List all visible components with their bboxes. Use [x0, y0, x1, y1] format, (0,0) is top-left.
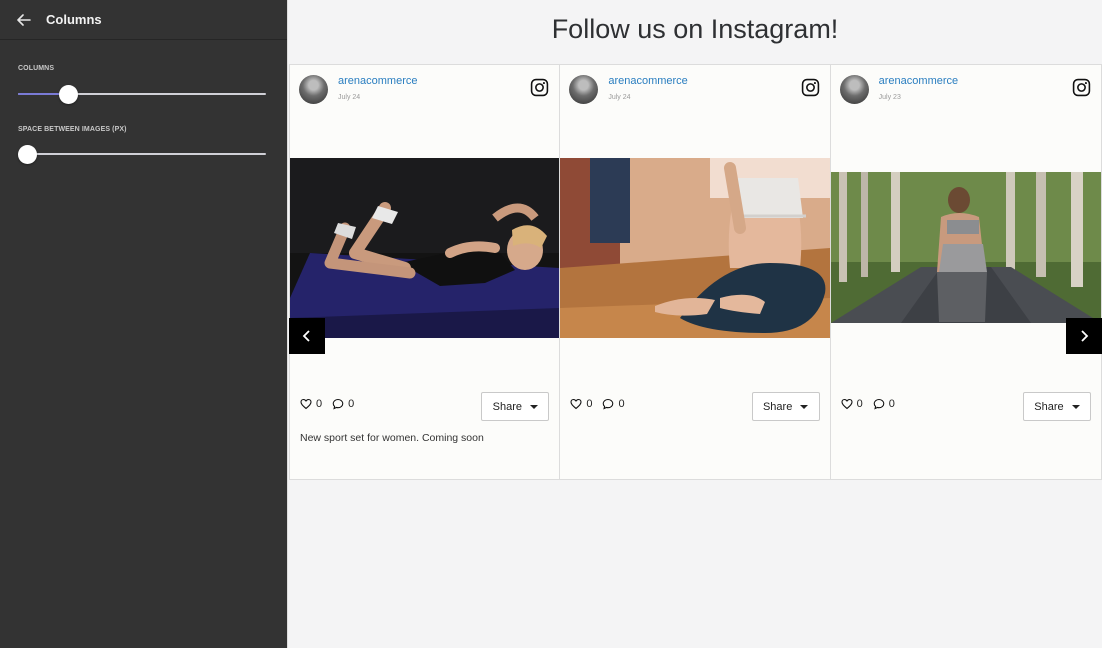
carousel-next-button[interactable] — [1065, 318, 1102, 354]
like-button[interactable]: 0 — [570, 398, 592, 410]
spacing-slider[interactable] — [18, 144, 266, 164]
slider-thumb[interactable] — [18, 145, 37, 164]
like-button[interactable]: 0 — [300, 398, 322, 410]
like-count: 0 — [856, 398, 863, 410]
caret-down-icon — [800, 404, 809, 409]
comment-count: 0 — [888, 398, 895, 410]
caret-down-icon — [530, 404, 538, 409]
post-photo[interactable] — [560, 158, 830, 338]
instagram-icon[interactable] — [1072, 78, 1091, 97]
post-username[interactable]: arenacommerce — [338, 75, 417, 87]
arrow-left-icon — [17, 13, 31, 26]
comment-button[interactable]: 0 — [873, 398, 895, 410]
comment-button[interactable]: 0 — [332, 398, 354, 410]
like-button[interactable]: 0 — [841, 398, 863, 410]
sidebar-title: Columns — [46, 12, 102, 27]
share-label: Share — [1034, 400, 1064, 413]
share-button[interactable]: Share — [1022, 392, 1091, 421]
chevron-left-icon — [302, 330, 310, 342]
share-button[interactable]: Share — [751, 392, 820, 421]
post-card: arenacommerce July 24 — [560, 65, 831, 479]
feed-title: Follow us on Instagram! — [551, 14, 839, 44]
avatar[interactable] — [299, 75, 328, 104]
comment-icon — [332, 398, 344, 410]
post-photo[interactable] — [830, 172, 1101, 323]
sidebar-header: Columns — [0, 0, 287, 40]
caret-down-icon — [1071, 404, 1080, 409]
post-caption: New sport set for women. Coming soon — [300, 432, 484, 444]
share-button[interactable]: Share — [481, 392, 550, 421]
post-card: arenacommerce July 23 0 0 Share — [830, 65, 1102, 479]
instagram-icon[interactable] — [530, 78, 549, 97]
settings-sidebar: Columns COLUMNS SPACE BETWEEN IMAGES (PX… — [0, 0, 287, 648]
chevron-right-icon — [1081, 330, 1089, 342]
instagram-feed-grid: arenacommerce July 24 0 0 Share New spor… — [289, 64, 1102, 480]
post-reactions: 0 0 — [570, 398, 625, 410]
comment-icon — [603, 398, 614, 410]
share-label: Share — [492, 400, 522, 413]
comment-count: 0 — [348, 398, 355, 410]
comment-button[interactable]: 0 — [602, 398, 625, 410]
post-username[interactable]: arenacommerce — [879, 75, 958, 87]
post-date: July 24 — [608, 94, 631, 101]
heart-icon — [841, 398, 853, 410]
workout-photo — [290, 158, 560, 338]
comment-icon — [873, 398, 885, 410]
instagram-icon[interactable] — [801, 78, 820, 97]
preview-area: Follow us on Instagram! arenacommerce Ju… — [287, 0, 1102, 648]
carousel-prev-button[interactable] — [289, 318, 325, 354]
heart-icon — [570, 398, 582, 410]
like-count: 0 — [316, 398, 323, 410]
avatar[interactable] — [569, 75, 599, 104]
share-label: Share — [762, 400, 793, 413]
post-card: arenacommerce July 24 — [289, 65, 561, 479]
post-photo[interactable] — [290, 158, 560, 338]
slider-track — [18, 153, 266, 155]
slider-thumb[interactable] — [59, 85, 78, 104]
comment-count: 0 — [618, 398, 625, 410]
columns-label: COLUMNS — [18, 65, 55, 72]
outdoor-stretch-photo — [830, 172, 1101, 323]
post-reactions: 0 0 — [300, 398, 354, 410]
avatar[interactable] — [839, 75, 869, 104]
post-reactions: 0 0 — [841, 398, 895, 410]
like-count: 0 — [586, 398, 593, 410]
post-date: July 24 — [338, 94, 361, 101]
heart-icon — [300, 398, 312, 410]
columns-slider[interactable] — [18, 84, 266, 104]
yoga-photo — [560, 158, 830, 338]
post-username[interactable]: arenacommerce — [608, 75, 687, 87]
spacing-label: SPACE BETWEEN IMAGES (PX) — [18, 126, 127, 133]
post-date: July 23 — [878, 94, 901, 101]
back-button[interactable] — [16, 13, 32, 27]
